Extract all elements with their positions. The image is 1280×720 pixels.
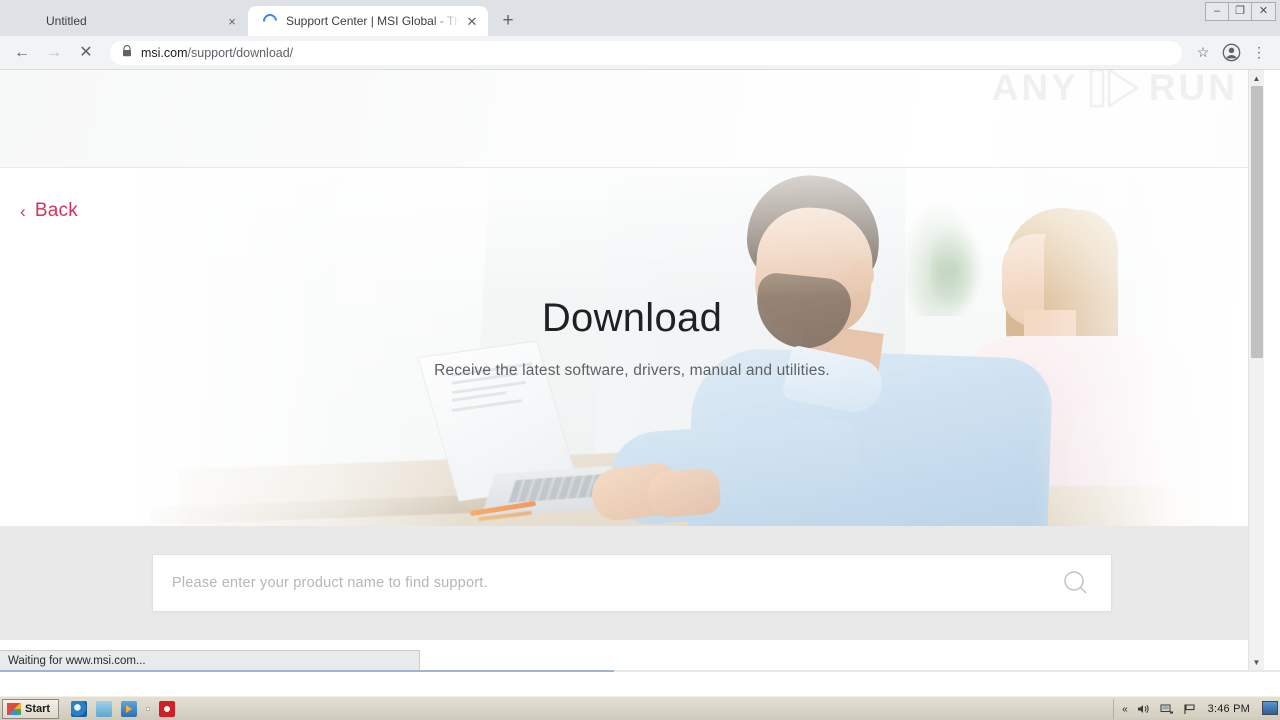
- folder-icon[interactable]: [96, 700, 113, 717]
- status-bar: Waiting for www.msi.com...: [0, 650, 420, 670]
- msi-download-page: ‹ Back Download Receive the latest softw…: [0, 70, 1264, 670]
- start-button-label: Start: [25, 702, 51, 715]
- tab-title: Support Center | MSI Global - The Le: [286, 14, 460, 28]
- tray-clock[interactable]: 3:46 PM: [1208, 703, 1250, 715]
- windows-taskbar: Start « 3:46 PM: [0, 696, 1280, 720]
- stop-loading-button[interactable]: ✕: [72, 39, 100, 67]
- start-button[interactable]: Start: [2, 698, 60, 719]
- tab-msi-support-center[interactable]: Support Center | MSI Global - The Le ✕: [248, 6, 488, 36]
- minimize-button[interactable]: –: [1206, 3, 1229, 20]
- tray-expand-chevron-icon[interactable]: «: [1122, 704, 1128, 715]
- browser-window: Untitled × Support Center | MSI Global -…: [0, 0, 1280, 696]
- page-header-placeholder: [0, 70, 1264, 168]
- media-player-icon[interactable]: [121, 700, 138, 717]
- hero-text-block: Download Receive the latest software, dr…: [0, 296, 1264, 380]
- lock-icon: [122, 44, 132, 60]
- scroll-down-arrow-icon[interactable]: ▼: [1249, 654, 1264, 670]
- magnifier-icon[interactable]: [1061, 568, 1091, 598]
- hero-banner: ‹ Back Download Receive the latest softw…: [0, 168, 1264, 526]
- address-bar[interactable]: msi.com/support/download/: [110, 40, 1182, 65]
- back-link[interactable]: ‹ Back: [20, 200, 78, 222]
- tab-untitled[interactable]: Untitled ×: [8, 6, 248, 36]
- page-subtitle: Receive the latest software, drivers, ma…: [434, 362, 830, 379]
- network-icon[interactable]: [1160, 703, 1174, 715]
- quick-launch-bar: [71, 700, 176, 717]
- bookmark-star-icon[interactable]: ☆: [1190, 40, 1216, 66]
- tab-title: Untitled: [46, 14, 87, 28]
- search-band: Please enter your product name to find s…: [0, 526, 1264, 640]
- url-path: /support/download/: [187, 45, 294, 60]
- close-button[interactable]: ✕: [1252, 3, 1275, 20]
- load-progress-bar: [0, 670, 1280, 672]
- profile-avatar-icon[interactable]: [1218, 40, 1244, 66]
- internet-explorer-icon[interactable]: [71, 700, 88, 717]
- status-text: Waiting for www.msi.com...: [8, 654, 146, 667]
- restore-button[interactable]: ❐: [1229, 3, 1252, 20]
- scroll-up-arrow-icon[interactable]: ▲: [1249, 70, 1264, 86]
- show-desktop-icon[interactable]: [1262, 701, 1278, 715]
- window-controls: – ❐ ✕: [1205, 2, 1276, 21]
- tab-close-icon[interactable]: ✕: [464, 13, 480, 29]
- opera-icon[interactable]: [159, 700, 176, 717]
- search-input[interactable]: Please enter your product name to find s…: [172, 575, 1061, 591]
- browser-toolbar: ← → ✕ msi.com/support/download/ ☆ ⋮: [0, 36, 1280, 70]
- volume-icon[interactable]: [1137, 703, 1151, 715]
- product-search-box[interactable]: Please enter your product name to find s…: [152, 554, 1112, 612]
- back-link-label: Back: [34, 200, 78, 221]
- system-tray: « 3:46 PM: [1113, 699, 1258, 719]
- chrome-menu-icon[interactable]: ⋮: [1246, 40, 1272, 66]
- loading-spinner-icon: [260, 11, 280, 31]
- page-viewport: ‹ Back Download Receive the latest softw…: [0, 70, 1280, 670]
- chrome-taskbar-button[interactable]: [146, 706, 151, 711]
- forward-button[interactable]: →: [40, 39, 68, 67]
- blank-icon: [22, 13, 38, 29]
- flag-icon[interactable]: [1183, 703, 1197, 715]
- chevron-left-icon: ‹: [20, 201, 26, 221]
- windows-flag-icon: [7, 702, 21, 715]
- new-tab-button[interactable]: +: [494, 6, 522, 34]
- tab-strip: Untitled × Support Center | MSI Global -…: [0, 0, 1280, 36]
- page-title: Download: [541, 296, 723, 340]
- back-button[interactable]: ←: [8, 39, 36, 67]
- url-domain: msi.com: [141, 45, 188, 60]
- tab-close-icon[interactable]: ×: [224, 13, 240, 29]
